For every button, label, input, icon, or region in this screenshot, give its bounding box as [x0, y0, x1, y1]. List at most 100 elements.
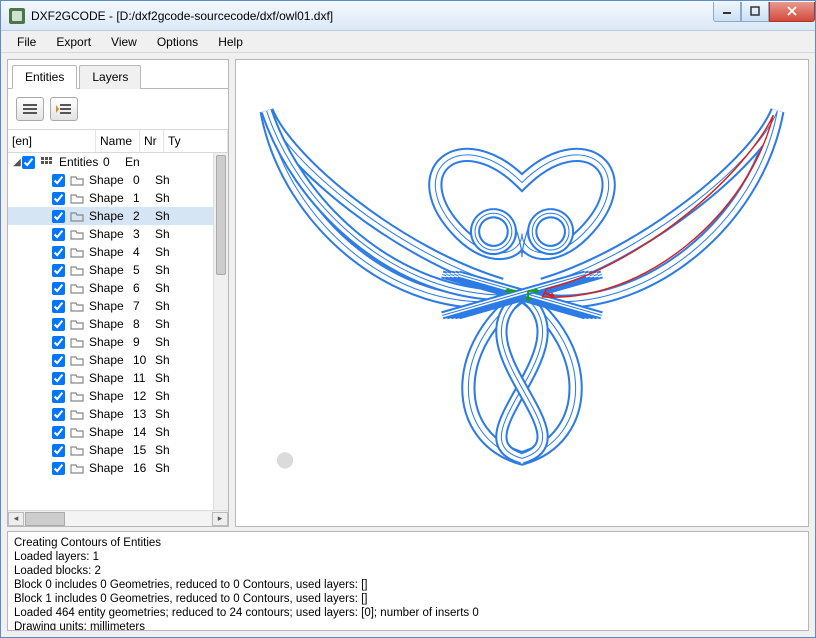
row-nr: 10 — [133, 353, 155, 367]
row-checkbox[interactable] — [52, 264, 65, 277]
row-ty: Sh — [155, 173, 170, 187]
row-ty: Sh — [155, 317, 170, 331]
row-checkbox[interactable] — [52, 408, 65, 421]
menu-export[interactable]: Export — [48, 33, 99, 51]
row-checkbox[interactable] — [52, 444, 65, 457]
row-name: Shape — [89, 173, 133, 187]
row-checkbox[interactable] — [52, 318, 65, 331]
menu-options[interactable]: Options — [149, 33, 206, 51]
entities-icon — [39, 155, 55, 169]
tree-shape-row[interactable]: Shape2Sh — [8, 207, 213, 225]
titlebar[interactable]: DXF2GCODE - [D:/dxf2gcode-sourcecode/dxf… — [1, 1, 815, 31]
tree-shape-row[interactable]: Shape4Sh — [8, 243, 213, 261]
row-checkbox[interactable] — [52, 300, 65, 313]
log-output[interactable]: Creating Contours of EntitiesLoaded laye… — [7, 531, 809, 631]
tree-shape-row[interactable]: Shape3Sh — [8, 225, 213, 243]
row-nr: 13 — [133, 407, 155, 421]
row-nr: 0 — [103, 155, 125, 169]
folder-icon — [69, 191, 85, 205]
tree-shape-row[interactable]: Shape11Sh — [8, 369, 213, 387]
tree-shape-row[interactable]: Shape13Sh — [8, 405, 213, 423]
row-name: Shape — [89, 299, 133, 313]
folder-icon — [69, 443, 85, 457]
scroll-thumb[interactable] — [216, 155, 226, 275]
row-ty: En — [125, 155, 140, 169]
tree-shape-row[interactable]: Shape7Sh — [8, 297, 213, 315]
row-ty: Sh — [155, 461, 170, 475]
col-ty[interactable]: Ty — [164, 130, 228, 152]
tree-shape-row[interactable]: Shape5Sh — [8, 261, 213, 279]
hscroll-thumb[interactable] — [25, 512, 65, 526]
row-ty: Sh — [155, 443, 170, 457]
row-ty: Sh — [155, 263, 170, 277]
row-checkbox[interactable] — [52, 426, 65, 439]
scroll-left-button[interactable]: ◂ — [8, 512, 24, 526]
minimize-button[interactable] — [713, 2, 741, 22]
tree-shape-row[interactable]: Shape15Sh — [8, 441, 213, 459]
expand-all-button[interactable] — [50, 97, 78, 121]
row-checkbox[interactable] — [52, 174, 65, 187]
folder-icon — [69, 299, 85, 313]
row-checkbox[interactable] — [52, 228, 65, 241]
row-checkbox[interactable] — [52, 192, 65, 205]
tab-entities[interactable]: Entities — [12, 65, 77, 89]
row-checkbox[interactable] — [52, 354, 65, 367]
row-nr: 2 — [133, 209, 155, 223]
tree-root-row[interactable]: ◢Entities0En — [8, 153, 213, 171]
row-nr: 3 — [133, 227, 155, 241]
hscroll-track[interactable] — [25, 512, 211, 526]
row-name: Entities — [59, 155, 103, 169]
row-ty: Sh — [155, 371, 170, 385]
tree-shape-row[interactable]: Shape6Sh — [8, 279, 213, 297]
tree-shape-row[interactable]: Shape9Sh — [8, 333, 213, 351]
tree-shape-row[interactable]: Shape8Sh — [8, 315, 213, 333]
app-icon — [9, 8, 25, 24]
folder-icon — [69, 263, 85, 277]
tree-shape-row[interactable]: Shape12Sh — [8, 387, 213, 405]
row-nr: 6 — [133, 281, 155, 295]
row-checkbox[interactable] — [52, 390, 65, 403]
menu-view[interactable]: View — [103, 33, 145, 51]
row-checkbox[interactable] — [52, 462, 65, 475]
log-line: Drawing units: millimeters — [14, 620, 802, 631]
content-area: Entities Layers [en] Name Nr Ty — [1, 53, 815, 637]
row-checkbox[interactable] — [52, 210, 65, 223]
collapse-all-button[interactable] — [16, 97, 44, 121]
row-nr: 1 — [133, 191, 155, 205]
tree-shape-row[interactable]: Shape16Sh — [8, 459, 213, 477]
tree-shape-row[interactable]: Shape14Sh — [8, 423, 213, 441]
row-checkbox[interactable] — [22, 156, 35, 169]
menu-help[interactable]: Help — [210, 33, 251, 51]
row-nr: 16 — [133, 461, 155, 475]
col-en[interactable]: [en] — [8, 130, 96, 152]
horizontal-scrollbar[interactable]: ◂ ▸ — [8, 510, 228, 526]
row-checkbox[interactable] — [52, 336, 65, 349]
col-nr[interactable]: Nr — [140, 130, 164, 152]
row-name: Shape — [89, 461, 133, 475]
log-line: Block 1 includes 0 Geometries, reduced t… — [14, 592, 802, 606]
tab-layers[interactable]: Layers — [79, 65, 141, 89]
row-ty: Sh — [155, 209, 170, 223]
col-name[interactable]: Name — [96, 130, 140, 152]
tree-rows[interactable]: ◢Entities0EnShape0ShShape1ShShape2ShShap… — [8, 153, 213, 510]
row-checkbox[interactable] — [52, 282, 65, 295]
folder-icon — [69, 335, 85, 349]
row-checkbox[interactable] — [52, 246, 65, 259]
maximize-button[interactable] — [741, 2, 769, 22]
drawing-canvas[interactable] — [235, 59, 809, 527]
tree-shape-row[interactable]: Shape10Sh — [8, 351, 213, 369]
menu-file[interactable]: File — [9, 33, 44, 51]
tree-header: [en] Name Nr Ty — [8, 129, 228, 153]
row-nr: 4 — [133, 245, 155, 259]
tree-shape-row[interactable]: Shape1Sh — [8, 189, 213, 207]
tree-shape-row[interactable]: Shape0Sh — [8, 171, 213, 189]
scroll-right-button[interactable]: ▸ — [212, 512, 228, 526]
folder-icon — [69, 245, 85, 259]
row-name: Shape — [89, 281, 133, 295]
row-ty: Sh — [155, 425, 170, 439]
vertical-scrollbar[interactable] — [213, 153, 228, 510]
close-button[interactable] — [769, 2, 815, 22]
tree-toolbar — [8, 89, 228, 129]
row-checkbox[interactable] — [52, 372, 65, 385]
row-nr: 15 — [133, 443, 155, 457]
